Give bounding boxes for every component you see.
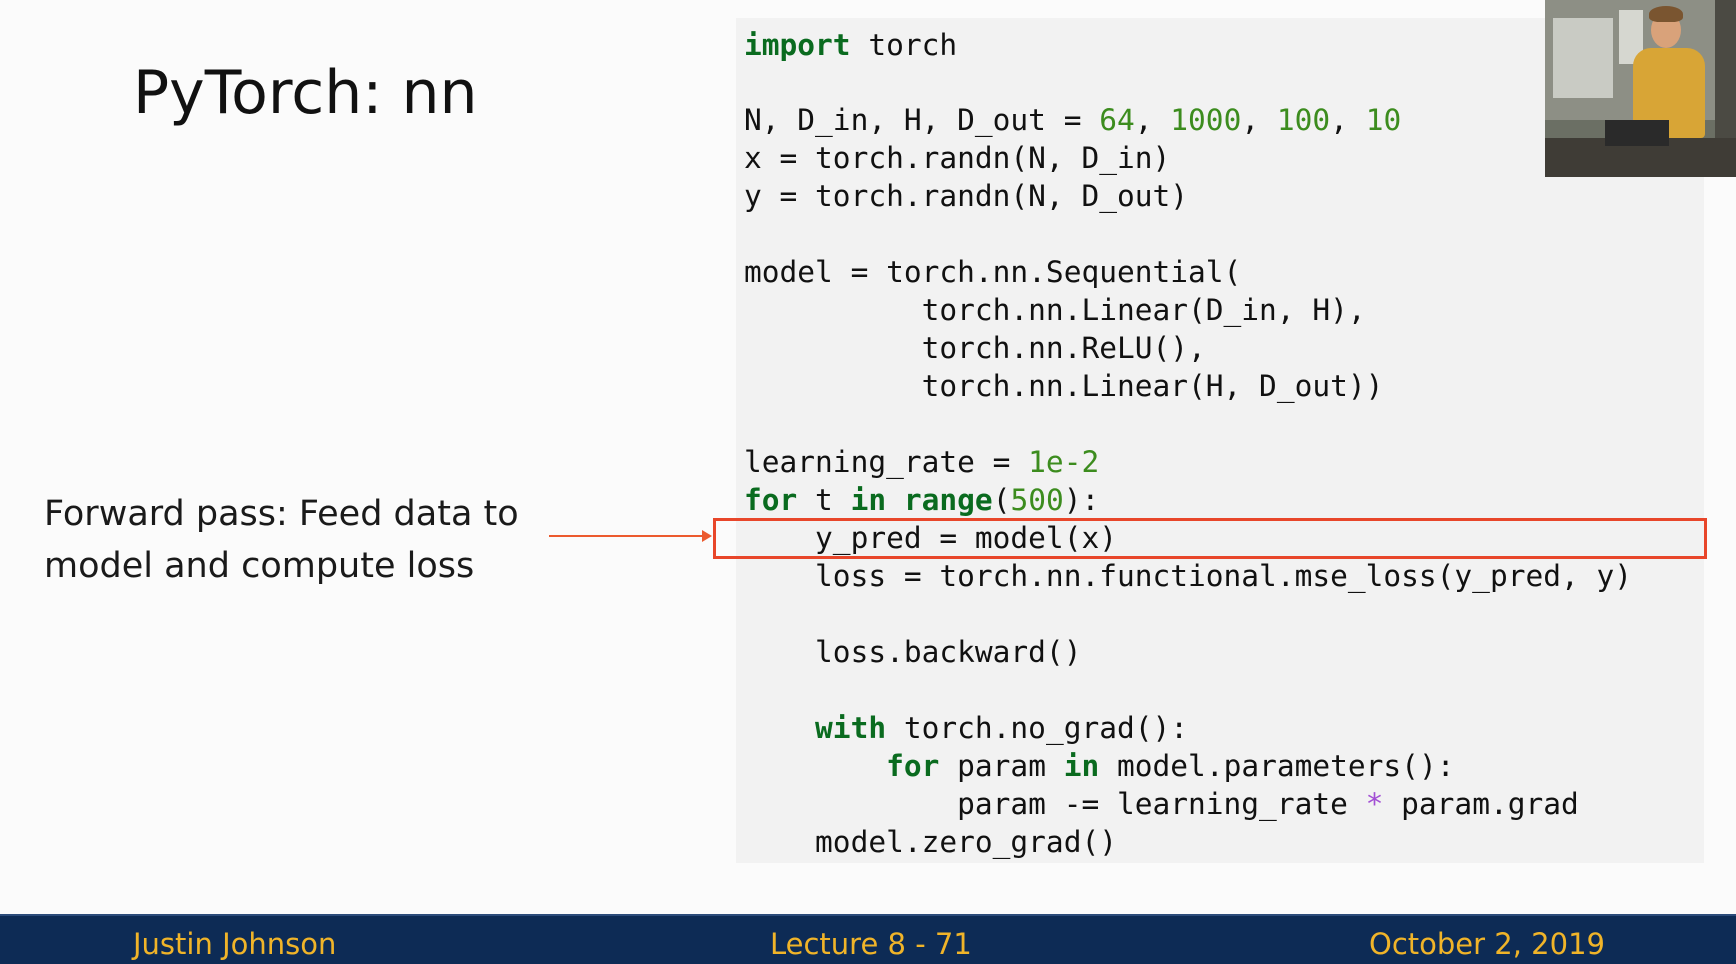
footer-date: October 2, 2019 xyxy=(1369,927,1605,961)
forward-pass-highlight-box xyxy=(713,518,1707,559)
slide-title: PyTorch: nn xyxy=(133,58,478,128)
footer-author: Justin Johnson xyxy=(133,927,337,961)
code-line-model: model = torch.nn.Sequential( xyxy=(744,255,1242,289)
code-text: torch.no_grad(): xyxy=(886,711,1189,745)
keyword-for: for xyxy=(744,483,798,517)
code-line-learning-rate: learning_rate = 1e-2 xyxy=(744,443,1099,481)
code-line-param-loop: for param in model.parameters(): xyxy=(744,747,1454,785)
keyword-in: in xyxy=(850,483,887,517)
code-text: param -= learning_rate xyxy=(744,787,1366,821)
keyword-in: in xyxy=(1063,749,1100,783)
code-line-zero-grad: model.zero_grad() xyxy=(744,825,1117,859)
code-text: model.parameters(): xyxy=(1099,749,1455,783)
code-line-import: import torch xyxy=(744,26,957,64)
code-line-loss: loss = torch.nn.functional.mse_loss(y_pr… xyxy=(744,559,1633,593)
callout-arrow-head-icon xyxy=(702,530,712,542)
number-literal: 64 xyxy=(1099,103,1135,137)
code-line-backward: loss.backward() xyxy=(744,635,1082,669)
keyword-import: import xyxy=(744,28,851,62)
number-literal: 10 xyxy=(1365,103,1402,137)
footer-lecture: Lecture 8 - 71 xyxy=(770,927,972,961)
code-line-relu: torch.nn.ReLU(), xyxy=(744,331,1206,365)
code-line-x: x = torch.randn(N, D_in) xyxy=(744,141,1171,175)
number-literal: 500 xyxy=(1010,483,1064,517)
number-literal: 100 xyxy=(1276,103,1331,137)
webcam-video-inset xyxy=(1545,0,1736,177)
slide: PyTorch: nn Forward pass: Feed data to m… xyxy=(0,0,1736,964)
code-text: ( xyxy=(992,483,1011,517)
code-text: , xyxy=(1241,103,1277,137)
callout-line-1: Forward pass: Feed data to xyxy=(44,494,519,534)
code-text: , xyxy=(1330,103,1366,137)
code-line-dims: N, D_in, H, D_out = 64, 1000, 100, 10 xyxy=(744,101,1401,139)
code-line-no-grad: with torch.no_grad(): xyxy=(744,709,1188,747)
keyword-range: range xyxy=(903,483,993,517)
keyword-for: for xyxy=(886,749,940,783)
code-text: , xyxy=(1134,103,1171,137)
code-text: N, D_in, H, D_out = xyxy=(744,103,1100,137)
code-line-param-update: param -= learning_rate * param.grad xyxy=(744,785,1579,823)
keyword-with: with xyxy=(815,711,887,745)
callout-arrow-line xyxy=(549,535,704,537)
code-text: ): xyxy=(1063,483,1100,517)
slide-footer: Justin Johnson Lecture 8 - 71 October 2,… xyxy=(0,914,1736,964)
number-literal: 1e-2 xyxy=(1028,445,1100,479)
code-line-linear-1: torch.nn.Linear(D_in, H), xyxy=(744,293,1366,327)
code-line-linear-2: torch.nn.Linear(H, D_out)) xyxy=(744,369,1384,403)
callout-line-2: model and compute loss xyxy=(44,546,475,586)
code-text: param.grad xyxy=(1383,787,1579,821)
code-line-y: y = torch.randn(N, D_out) xyxy=(744,179,1189,213)
code-text: param xyxy=(939,749,1064,783)
operator-multiply: * xyxy=(1365,787,1384,821)
code-text: learning_rate = xyxy=(744,445,1029,479)
code-line-for-loop: for t in range(500): xyxy=(744,481,1099,519)
callout-text: Forward pass: Feed data to model and com… xyxy=(44,488,519,592)
code-text: t xyxy=(797,483,851,517)
code-text: torch xyxy=(850,28,958,62)
number-literal: 1000 xyxy=(1170,103,1242,137)
